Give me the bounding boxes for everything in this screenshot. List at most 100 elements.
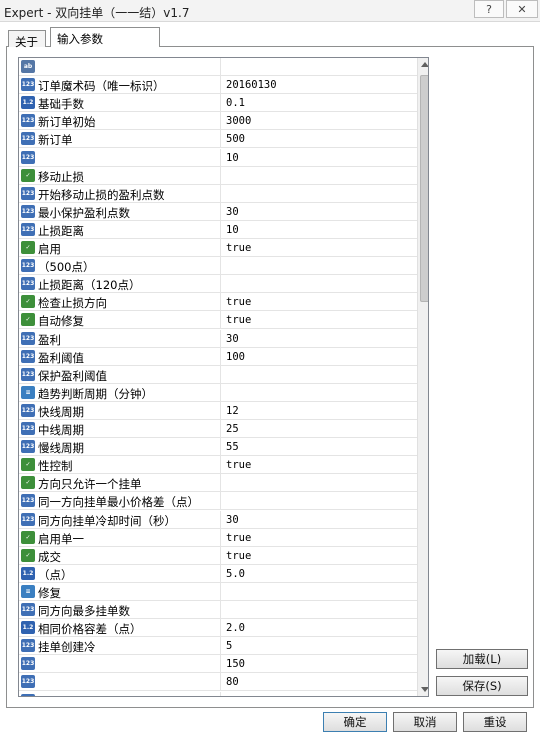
parameter-value[interactable]: 100 (226, 351, 411, 363)
parameter-value[interactable]: 0.1 (226, 97, 411, 109)
double-icon: 1.2 (21, 621, 35, 634)
bool-icon: ✓ (21, 313, 35, 326)
cancel-button[interactable]: 取消 (393, 712, 457, 732)
load-button[interactable]: 加载(L) (436, 649, 528, 669)
parameter-row[interactable]: 123 中线周期 25 (19, 420, 417, 438)
parameter-value[interactable]: 500 (226, 133, 411, 145)
column-divider (220, 583, 221, 601)
help-button[interactable]: ? (474, 0, 504, 18)
parameter-value[interactable]: true (226, 550, 411, 562)
parameter-value[interactable]: 30 (226, 206, 411, 218)
save-button[interactable]: 保存(S) (436, 676, 528, 696)
parameter-name: （500点） (38, 260, 95, 274)
parameter-row[interactable]: 123 同方向挂单冷却时间（秒） 30 (19, 511, 417, 529)
parameter-value[interactable]: 25 (226, 423, 411, 435)
parameter-name: 启用 (38, 242, 61, 256)
parameter-row[interactable]: ✓ 方向只允许一个挂单 (19, 474, 417, 492)
parameter-row[interactable]: ≡ 修复 (19, 583, 417, 601)
parameter-value[interactable]: true (226, 296, 411, 308)
parameter-row[interactable]: 1.2 基础手数 0.1 (19, 94, 417, 112)
parameter-row[interactable]: ✓ 成交 true (19, 547, 417, 565)
parameter-row[interactable]: ✓ 移动止损 (19, 167, 417, 185)
ok-button[interactable]: 确定 (323, 712, 387, 732)
number-icon: 123 (21, 223, 35, 236)
parameter-row[interactable]: 123 慢线周期 55 (19, 438, 417, 456)
parameter-value[interactable]: 3000 (226, 115, 411, 127)
parameter-value[interactable]: 30 (226, 333, 411, 345)
parameter-value[interactable]: 80 (226, 676, 411, 688)
parameter-row[interactable]: ≡ 趋势判断周期（分钟） (19, 384, 417, 402)
parameter-value[interactable]: 12 (226, 405, 411, 417)
parameter-value[interactable]: 5.0 (226, 568, 411, 580)
parameter-value[interactable]: true (226, 242, 411, 254)
column-divider (220, 366, 221, 384)
parameter-row[interactable]: 123 最小保护盈利点数 30 (19, 203, 417, 221)
parameter-row[interactable]: ✓ 自动修复 true (19, 311, 417, 329)
number-icon: 123 (21, 657, 35, 670)
parameter-value[interactable]: 10 (226, 152, 411, 164)
parameter-row[interactable]: 123 快线周期 12 (19, 402, 417, 420)
parameter-row[interactable]: 123 盈利阈值 100 (19, 348, 417, 366)
parameter-row[interactable]: ✓ 检查止损方向 true (19, 293, 417, 311)
column-divider (220, 511, 221, 529)
parameter-name: 止损距离（120点） (38, 278, 141, 292)
bool-icon: ✓ (21, 295, 35, 308)
parameter-value[interactable]: 2.0 (226, 622, 411, 634)
parameter-row[interactable]: 123 订单魔术码（唯一标识） 20160130 (19, 76, 417, 94)
parameter-value[interactable]: true (226, 314, 411, 326)
parameter-row[interactable]: ✓ 性控制 true (19, 456, 417, 474)
parameter-value[interactable]: true (226, 459, 411, 471)
parameter-row[interactable]: ab (19, 58, 417, 76)
parameter-row[interactable]: 123 止损距离 10 (19, 221, 417, 239)
parameter-row[interactable]: 123 （500点） (19, 257, 417, 275)
parameter-row[interactable]: 123 同方向最多挂单数 (19, 601, 417, 619)
number-icon: 123 (21, 259, 35, 272)
parameter-row[interactable]: ✓ 启用单一 true (19, 529, 417, 547)
parameter-value[interactable]: 10 (226, 224, 411, 236)
number-icon: 123 (21, 277, 35, 290)
parameter-value[interactable]: 5 (226, 640, 411, 652)
parameter-row[interactable]: 123 盈利 30 (19, 330, 417, 348)
reset-button[interactable]: 重设 (463, 712, 527, 732)
close-button[interactable]: ✕ (506, 0, 538, 18)
number-icon: 123 (21, 675, 35, 688)
parameter-value[interactable]: true (226, 532, 411, 544)
parameter-row[interactable]: 123 150 (19, 655, 417, 673)
double-icon: 1.2 (21, 567, 35, 580)
parameter-row[interactable]: 123 (19, 692, 417, 696)
column-divider (220, 547, 221, 565)
number-icon: 123 (21, 132, 35, 145)
column-divider (220, 130, 221, 148)
vertical-scrollbar[interactable] (417, 58, 428, 696)
column-divider (220, 76, 221, 94)
parameter-row[interactable]: 123 80 (19, 673, 417, 691)
scroll-up-icon[interactable] (421, 62, 428, 67)
parameter-value[interactable]: 55 (226, 441, 411, 453)
parameter-name: 盈利阈值 (38, 351, 84, 365)
parameter-name: 修复 (38, 586, 61, 600)
parameter-row[interactable]: 123 挂单创建冷 5 (19, 637, 417, 655)
parameter-row[interactable]: 123 新订单初始 3000 (19, 112, 417, 130)
column-divider (220, 221, 221, 239)
number-icon: 123 (21, 332, 35, 345)
parameter-name: 趋势判断周期（分钟） (38, 387, 153, 401)
scroll-thumb[interactable] (420, 75, 428, 302)
tab-about[interactable]: 关于 (8, 30, 46, 49)
parameter-row[interactable]: 123 保护盈利阈值 (19, 366, 417, 384)
column-divider (220, 529, 221, 547)
parameter-row[interactable]: 1.2 （点） 5.0 (19, 565, 417, 583)
parameter-row[interactable]: 123 同一方向挂单最小价格差（点） (19, 492, 417, 510)
parameter-value[interactable]: 30 (226, 514, 411, 526)
parameter-row[interactable]: 1.2 相同价格容差（点） 2.0 (19, 619, 417, 637)
parameter-row[interactable]: 123 止损距离（120点） (19, 275, 417, 293)
parameter-row[interactable]: 123 开始移动止损的盈利点数 (19, 185, 417, 203)
parameter-name: 中线周期 (38, 423, 84, 437)
parameter-value[interactable]: 20160130 (226, 79, 411, 91)
parameter-row[interactable]: 123 新订单 500 (19, 130, 417, 148)
parameter-row[interactable]: ✓ 启用 true (19, 239, 417, 257)
parameter-value[interactable]: 150 (226, 658, 411, 670)
column-divider (220, 293, 221, 311)
tab-inputs[interactable]: 输入参数 (50, 27, 160, 47)
parameter-row[interactable]: 123 10 (19, 149, 417, 167)
scroll-down-icon[interactable] (421, 687, 428, 692)
